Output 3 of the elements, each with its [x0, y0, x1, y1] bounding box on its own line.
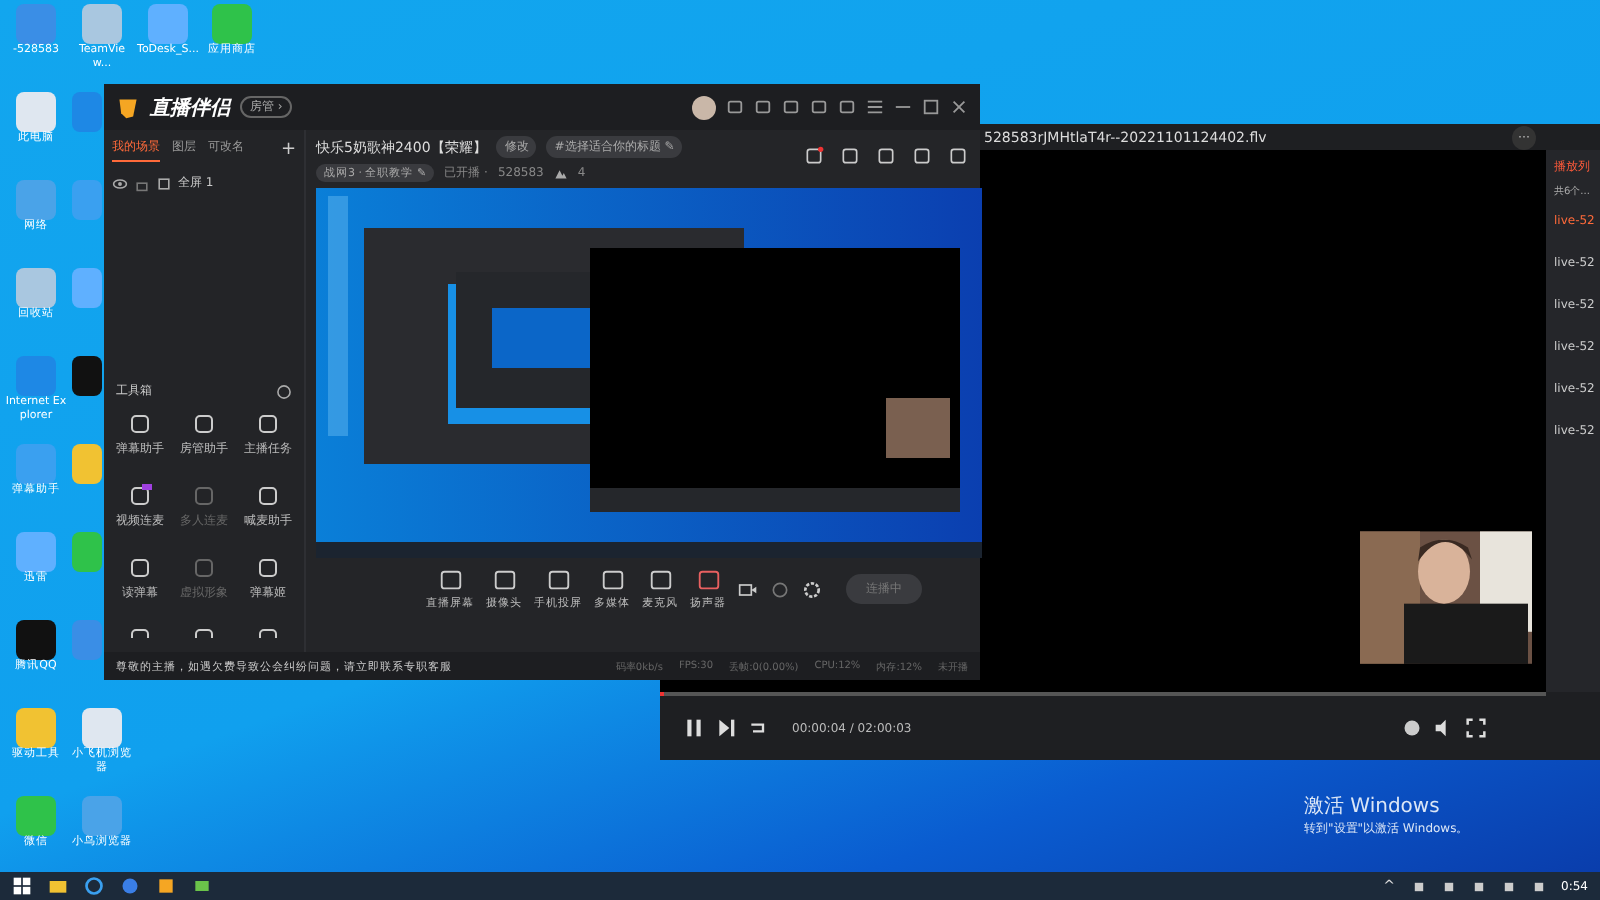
activation-title: 激活 Windows	[1304, 794, 1442, 820]
add-scene-button[interactable]: +	[280, 140, 296, 160]
app-name: 直播伴侣	[150, 95, 230, 121]
